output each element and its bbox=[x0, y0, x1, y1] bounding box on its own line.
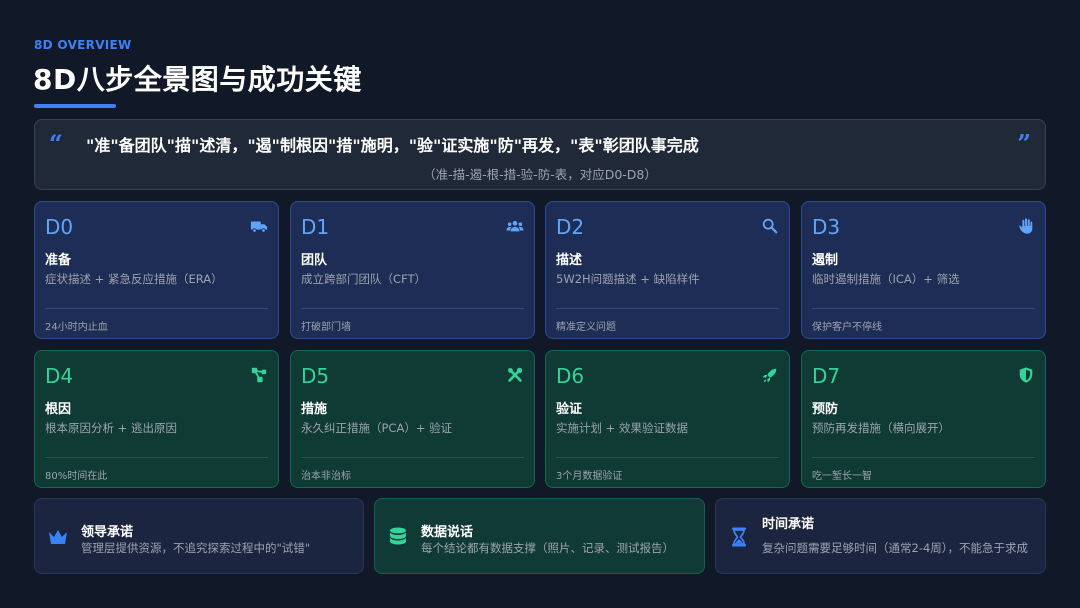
step-code: D4 bbox=[45, 364, 74, 388]
hand-icon bbox=[1019, 218, 1033, 234]
step-code: D1 bbox=[301, 215, 330, 239]
divider bbox=[45, 308, 268, 309]
step-code: D5 bbox=[301, 364, 330, 388]
key-desc: 管理层提供资源，不追究探索过程中的"试错" bbox=[81, 541, 311, 555]
step-name: 团队 bbox=[301, 253, 328, 268]
divider bbox=[556, 308, 779, 309]
users-icon bbox=[506, 220, 524, 232]
step-name: 准备 bbox=[45, 253, 72, 268]
step-name: 遏制 bbox=[812, 253, 839, 268]
step-card-d2: D2 描述 5W2H问题描述 + 缺陷样件 精准定义问题 bbox=[545, 201, 790, 339]
step-desc: 临时遏制措施（ICA）+ 筛选 bbox=[812, 272, 960, 286]
divider bbox=[812, 457, 1035, 458]
step-name: 根因 bbox=[45, 402, 72, 417]
divider bbox=[301, 308, 524, 309]
step-code: D2 bbox=[556, 215, 585, 239]
step-code: D0 bbox=[45, 215, 74, 239]
divider bbox=[301, 457, 524, 458]
divider bbox=[556, 457, 779, 458]
quote-subtext: （准-描-遏-根-措-验-防-表，对应D0-D8） bbox=[423, 167, 657, 182]
step-note: 80%时间在此 bbox=[45, 471, 108, 482]
eyebrow-label: 8D OVERVIEW bbox=[34, 38, 132, 52]
step-code: D7 bbox=[812, 364, 841, 388]
key-title: 数据说话 bbox=[421, 525, 474, 540]
step-card-d7: D7 预防 预防再发措施（横向展开） 吃一堑长一智 bbox=[801, 350, 1046, 488]
key-desc: 每个结论都有数据支撑（照片、记录、测试报告） bbox=[421, 541, 674, 555]
step-code: D6 bbox=[556, 364, 585, 388]
step-card-d3: D3 遏制 临时遏制措施（ICA）+ 筛选 保护客户不停线 bbox=[801, 201, 1046, 339]
quote-box: “ "准"备团队"描"述清，"遏"制根因"措"施明，"验"证实施"防"再发，"表… bbox=[34, 119, 1046, 190]
open-quote-icon: “ bbox=[49, 129, 63, 158]
key-card-leadership: 领导承诺 管理层提供资源，不追究探索过程中的"试错" bbox=[34, 498, 364, 574]
step-code: D3 bbox=[812, 215, 841, 239]
step-note: 治本非治标 bbox=[301, 471, 351, 482]
key-desc: 复杂问题需要足够时间（通常2-4周），不能急于求成 bbox=[762, 541, 1029, 555]
database-icon bbox=[390, 527, 406, 545]
rocket-icon bbox=[762, 368, 777, 383]
step-note: 打破部门墙 bbox=[301, 322, 351, 333]
step-desc: 根本原因分析 + 逃出原因 bbox=[45, 421, 177, 435]
shield-icon bbox=[1019, 367, 1033, 383]
step-desc: 实施计划 + 效果验证数据 bbox=[556, 421, 688, 435]
step-card-d6: D6 验证 实施计划 + 效果验证数据 3个月数据验证 bbox=[545, 350, 790, 488]
title-underline bbox=[34, 104, 116, 108]
step-desc: 5W2H问题描述 + 缺陷样件 bbox=[556, 272, 700, 286]
crown-icon bbox=[49, 530, 67, 544]
step-note: 吃一堑长一智 bbox=[812, 471, 872, 482]
divider bbox=[812, 308, 1035, 309]
tools-icon bbox=[508, 367, 523, 382]
page-title: 8D八步全景图与成功关键 bbox=[33, 63, 362, 96]
step-note: 3个月数据验证 bbox=[556, 471, 623, 482]
key-card-time: 时间承诺 复杂问题需要足够时间（通常2-4周），不能急于求成 bbox=[715, 498, 1046, 574]
step-note: 精准定义问题 bbox=[556, 322, 616, 333]
truck-icon bbox=[250, 221, 268, 233]
step-card-d5: D5 措施 永久纠正措施（PCA）+ 验证 治本非治标 bbox=[290, 350, 535, 488]
step-card-d4: D4 根因 根本原因分析 + 逃出原因 80%时间在此 bbox=[34, 350, 279, 488]
step-desc: 永久纠正措施（PCA）+ 验证 bbox=[301, 421, 453, 435]
network-icon bbox=[251, 367, 267, 383]
step-note: 24小时内止血 bbox=[45, 322, 108, 333]
step-desc: 成立跨部门团队（CFT） bbox=[301, 272, 426, 286]
step-card-d1: D1 团队 成立跨部门团队（CFT） 打破部门墙 bbox=[290, 201, 535, 339]
search-icon bbox=[762, 218, 778, 234]
step-name: 措施 bbox=[301, 402, 328, 417]
divider bbox=[45, 457, 268, 458]
quote-text: "准"备团队"描"述清，"遏"制根因"措"施明，"验"证实施"防"再发，"表"彰… bbox=[86, 136, 699, 155]
step-card-d0: D0 准备 症状描述 + 紧急反应措施（ERA） 24小时内止血 bbox=[34, 201, 279, 339]
step-note: 保护客户不停线 bbox=[812, 322, 882, 333]
key-title: 时间承诺 bbox=[762, 517, 815, 532]
step-name: 描述 bbox=[556, 253, 583, 268]
hourglass-icon bbox=[732, 527, 746, 547]
step-desc: 症状描述 + 紧急反应措施（ERA） bbox=[45, 272, 223, 286]
key-title: 领导承诺 bbox=[81, 525, 134, 540]
close-quote-icon: ” bbox=[1017, 129, 1031, 158]
key-card-data: 数据说话 每个结论都有数据支撑（照片、记录、测试报告） bbox=[374, 498, 705, 574]
step-name: 预防 bbox=[812, 402, 839, 417]
step-desc: 预防再发措施（横向展开） bbox=[812, 421, 950, 435]
step-name: 验证 bbox=[556, 402, 583, 417]
